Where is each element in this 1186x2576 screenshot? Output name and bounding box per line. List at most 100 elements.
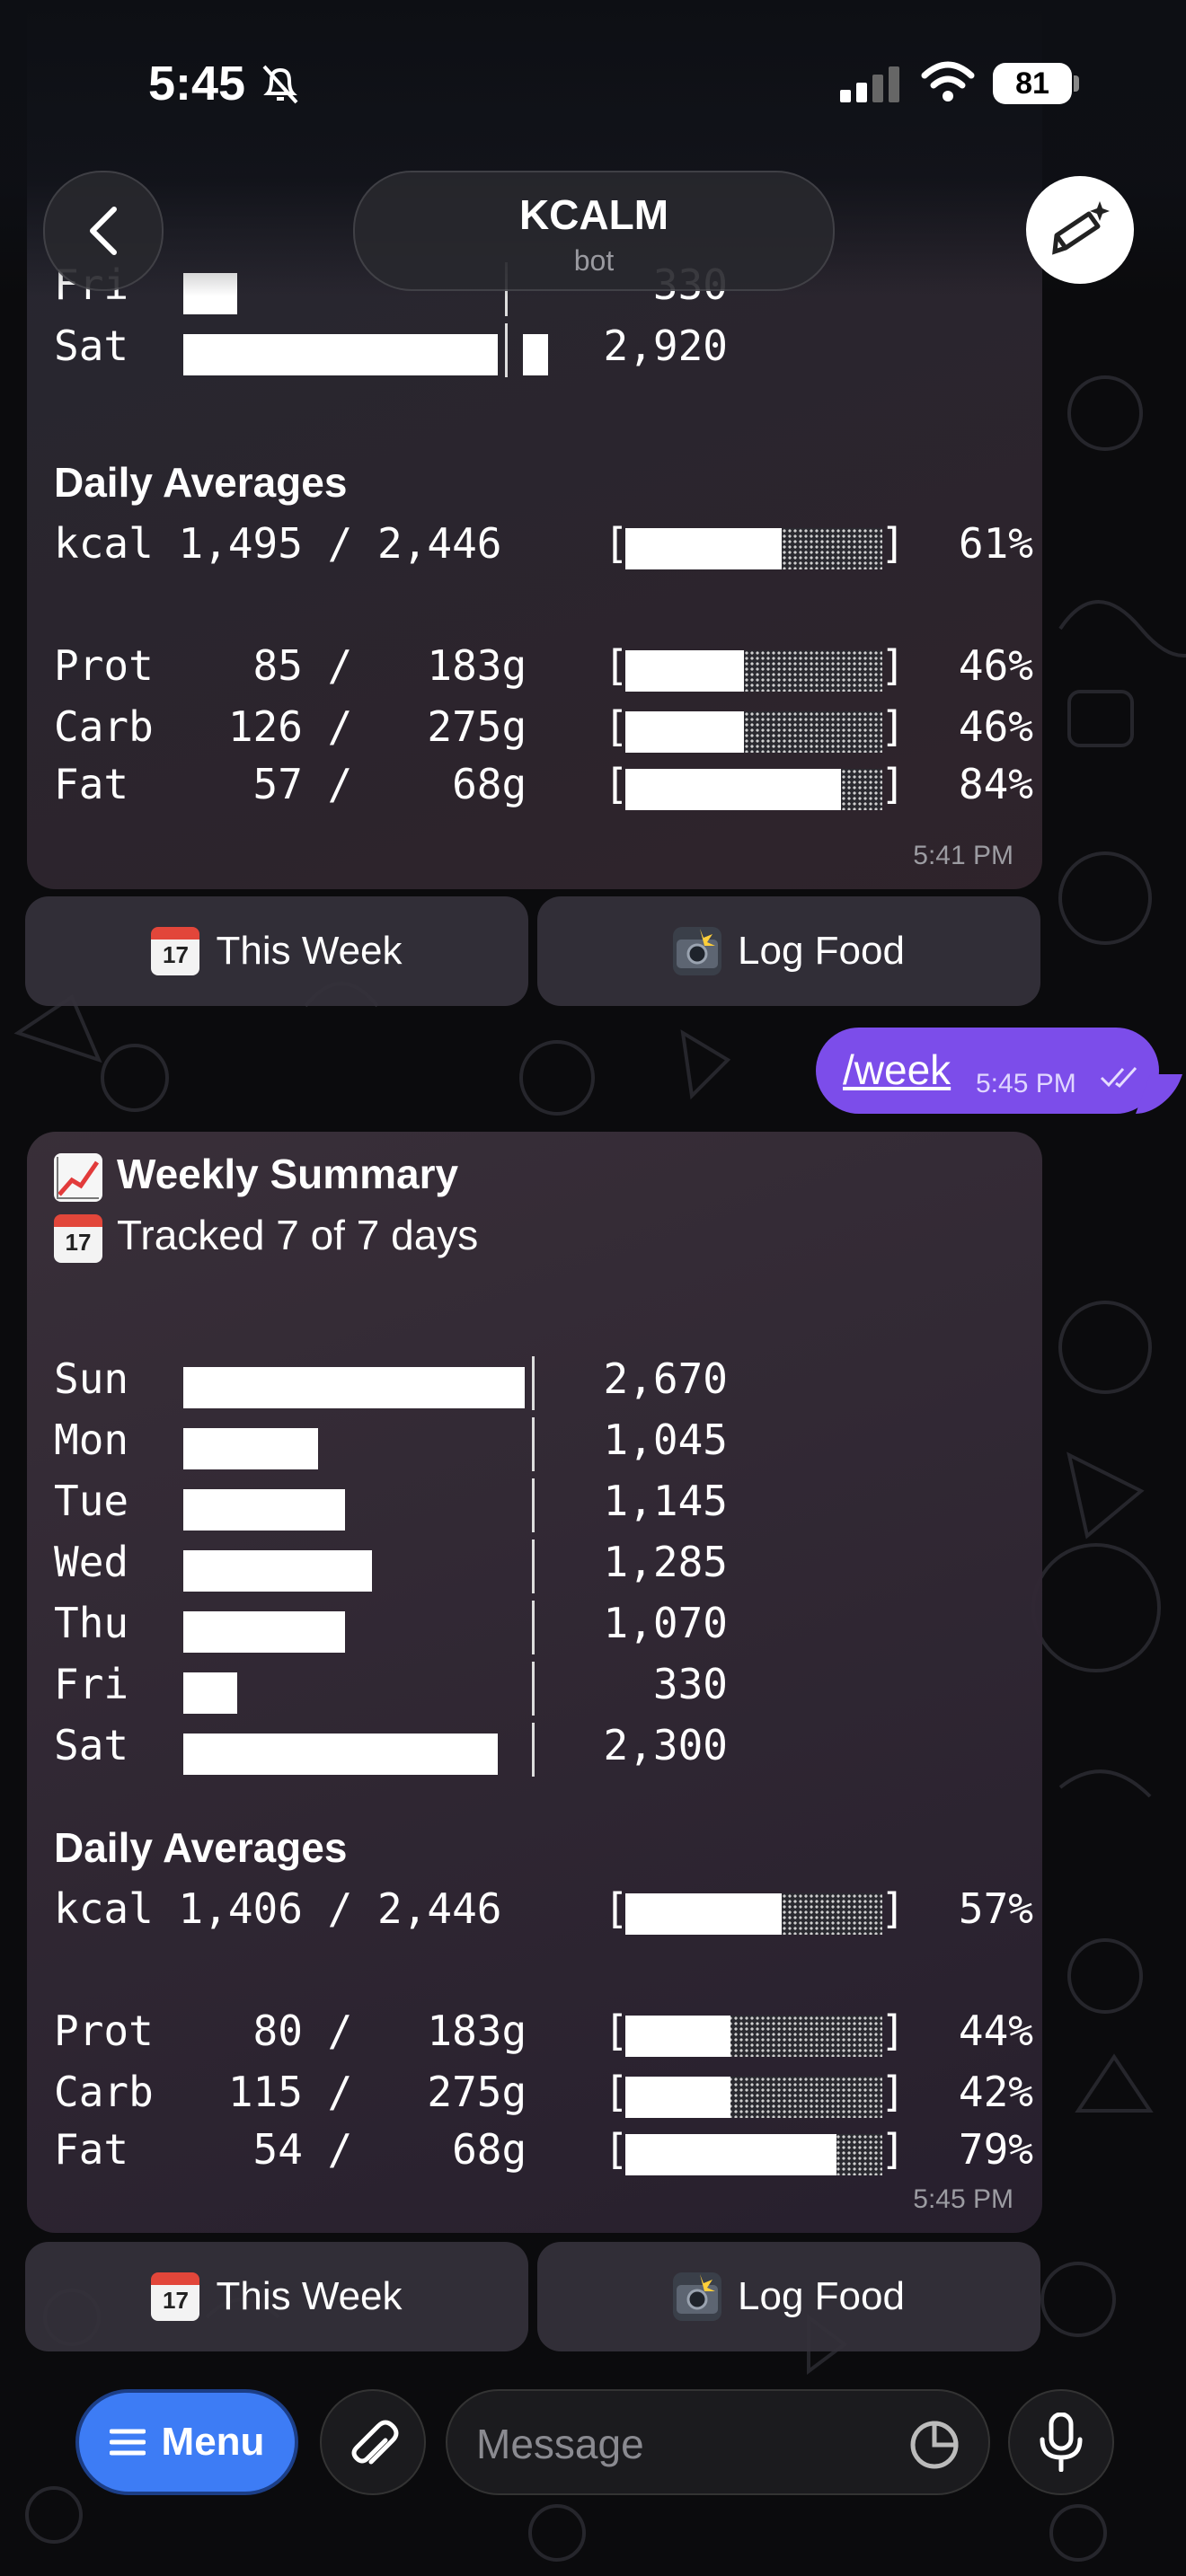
day-bar: [183, 334, 498, 375]
day-value: 1,145: [603, 1477, 728, 1525]
macro-row: Fat 54 / 68g [] 79%: [54, 2125, 1033, 2175]
camera-flash-icon: [673, 2272, 722, 2321]
calendar-icon: 17: [54, 1213, 102, 1263]
averages-title: Daily Averages: [54, 459, 348, 506]
bar-separator: [532, 1417, 535, 1471]
day-value: 1,285: [603, 1538, 728, 1586]
summary-heading: Weekly Summary: [54, 1150, 458, 1202]
log-food-button[interactable]: Log Food: [537, 896, 1040, 1006]
progress-track: [625, 650, 882, 692]
chat-title[interactable]: KCALM bot: [353, 171, 835, 291]
progress-fill: [625, 528, 783, 569]
progress-fill: [625, 769, 842, 810]
macro-row: Carb 115 / 275g [] 42%: [54, 2068, 1033, 2118]
day-bar-over: [523, 334, 548, 375]
back-button[interactable]: [43, 171, 164, 291]
macro-percent: 46%: [958, 641, 1033, 690]
progress-fill: [625, 2134, 836, 2175]
macro-label: Fat 57 / 68g: [54, 760, 527, 808]
day-bar: [183, 1367, 525, 1408]
message-input[interactable]: [474, 2416, 891, 2472]
hamburger-icon: [109, 2429, 146, 2456]
message-time: 5:41 PM: [913, 841, 1013, 870]
macro-label: Carb 115 / 275g: [54, 2068, 527, 2116]
day-value: 2,300: [603, 1721, 728, 1769]
kcal-label: kcal 1,495 / 2,446: [54, 519, 502, 568]
bot-avatar[interactable]: [1026, 176, 1134, 284]
command-link[interactable]: /week: [843, 1045, 951, 1094]
microphone-button[interactable]: [1008, 2389, 1114, 2495]
bar-separator: [532, 1356, 535, 1410]
kcal-row: kcal 1,495 / 2,446 [] 61%: [54, 519, 1033, 569]
tracked-line: 17 Tracked 7 of 7 days: [54, 1211, 478, 1263]
macro-label: Carb 126 / 275g: [54, 702, 527, 751]
day-label: Tue: [54, 1477, 129, 1525]
bar-separator: [532, 1601, 535, 1654]
camera-flash-icon: [673, 927, 722, 975]
signal-icon: [840, 66, 903, 107]
day-bar: [183, 1489, 345, 1531]
day-label: Mon: [54, 1416, 129, 1464]
message-input-container: [446, 2389, 990, 2495]
day-label: Wed: [54, 1538, 129, 1586]
progress-track: [625, 528, 882, 569]
message-time: 5:45 PM: [913, 2184, 1013, 2214]
day-row: Sun 2,670: [54, 1354, 1042, 1416]
day-bar: [183, 1672, 237, 1714]
macro-percent: 84%: [958, 760, 1033, 808]
bar-separator: [505, 323, 508, 377]
bar-separator: [532, 1478, 535, 1532]
day-row: Fri 330: [54, 1660, 1042, 1721]
menu-button[interactable]: Menu: [75, 2389, 298, 2495]
menu-label: Menu: [161, 2420, 265, 2464]
day-label: Fri: [54, 1660, 129, 1708]
day-label: Thu: [54, 1599, 129, 1647]
message-time: 5:45 PM: [976, 1069, 1076, 1098]
day-label: Sat: [54, 322, 129, 370]
day-row: Mon 1,045: [54, 1416, 1042, 1477]
this-week-button[interactable]: 17 This Week: [25, 896, 528, 1006]
progress-track: [625, 2077, 882, 2118]
bar-separator: [532, 1539, 535, 1593]
kcal-percent: 57%: [958, 1884, 1033, 1933]
attach-button[interactable]: [320, 2389, 426, 2495]
sticker-icon[interactable]: [907, 2418, 961, 2476]
macro-row: Fat 57 / 68g [] 84%: [54, 760, 1033, 810]
progress-fill: [625, 650, 744, 692]
kcal-row: kcal 1,406 / 2,446 [] 57%: [54, 1884, 1033, 1935]
macro-percent: 46%: [958, 702, 1033, 751]
progress-fill: [625, 711, 744, 753]
calendar-icon: 17: [151, 2272, 200, 2321]
bar-separator: [532, 1723, 535, 1777]
bar-separator: [532, 1662, 535, 1716]
day-value: 1,045: [603, 1416, 728, 1464]
progress-fill: [625, 1893, 783, 1935]
macro-percent: 42%: [958, 2068, 1033, 2116]
macro-row: Carb 126 / 275g [] 46%: [54, 702, 1033, 753]
double-check-icon: [1100, 1065, 1141, 1093]
kcal-label: kcal 1,406 / 2,446: [54, 1884, 502, 1933]
bot-name: KCALM: [518, 191, 669, 238]
progress-track: [625, 1893, 882, 1935]
macro-percent: 44%: [958, 2007, 1033, 2055]
day-value: 2,920: [603, 322, 728, 370]
day-row: Thu 1,070: [54, 1599, 1042, 1660]
macro-row: Prot 80 / 183g [] 44%: [54, 2007, 1033, 2057]
day-bar: [183, 1734, 498, 1775]
averages-title: Daily Averages: [54, 1824, 348, 1871]
user-message: /week 5:45 PM: [816, 1028, 1159, 1114]
this-week-label: This Week: [216, 929, 403, 973]
wifi-icon: [921, 61, 975, 107]
log-food-button[interactable]: Log Food: [537, 2242, 1040, 2351]
progress-track: [625, 2016, 882, 2057]
chevron-left-icon: [90, 207, 117, 255]
progress-fill: [625, 2077, 731, 2118]
macro-percent: 79%: [958, 2125, 1033, 2174]
pen-sparkle-icon: [1052, 201, 1110, 255]
this-week-button[interactable]: 17 This Week: [25, 2242, 528, 2351]
day-value: 330: [652, 1660, 728, 1708]
bot-subtitle: bot: [573, 244, 615, 277]
day-row: Sat 2,300: [54, 1721, 1042, 1782]
battery-nub: [1074, 75, 1079, 92]
kcal-percent: 61%: [958, 519, 1033, 568]
